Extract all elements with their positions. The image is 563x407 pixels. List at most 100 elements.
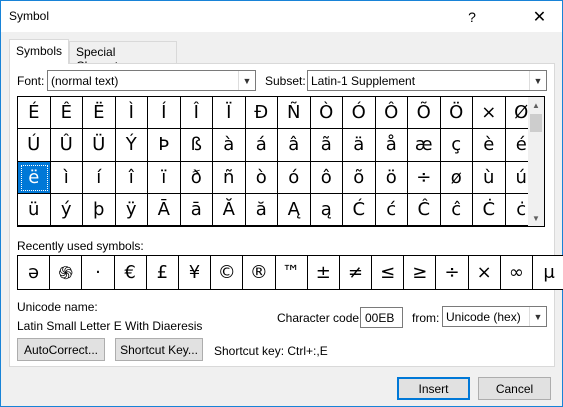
recent-symbol-cell[interactable]: ® — [243, 256, 276, 289]
symbol-cell[interactable]: ò — [245, 161, 278, 194]
symbol-cell[interactable]: ÷ — [408, 161, 441, 194]
autocorrect-button[interactable]: AutoCorrect... — [17, 338, 105, 361]
symbol-cell[interactable]: Ú — [18, 129, 51, 162]
shortcut-key-text: Shortcut key: Ctrl+:,E — [214, 344, 328, 358]
scroll-thumb[interactable] — [530, 114, 542, 132]
symbol-cell[interactable]: Ą — [278, 193, 311, 226]
symbol-cell[interactable]: É — [18, 97, 51, 130]
symbol-cell[interactable]: Ö — [440, 97, 473, 130]
cancel-button[interactable]: Cancel — [478, 377, 551, 400]
symbol-cell[interactable]: Ü — [83, 129, 116, 162]
symbol-cell[interactable]: ÿ — [115, 193, 148, 226]
symbol-cell[interactable]: Ă — [213, 193, 246, 226]
recent-symbol-cell[interactable]: · — [82, 256, 115, 289]
grid-scrollbar[interactable]: ▲ ▼ — [528, 97, 544, 226]
insert-button[interactable]: Insert — [397, 377, 470, 400]
symbol-cell[interactable]: ù — [473, 161, 506, 194]
symbol-cell[interactable]: Î — [180, 97, 213, 130]
recent-symbol-cell[interactable]: © — [211, 256, 244, 289]
symbol-cell[interactable]: ü — [18, 193, 51, 226]
symbol-cell[interactable]: ą — [310, 193, 343, 226]
symbol-cell[interactable]: Ë — [83, 97, 116, 130]
recent-symbol-cell[interactable]: ə — [18, 256, 51, 289]
tab-special-characters[interactable]: Special Characters — [69, 41, 177, 73]
symbol-cell[interactable]: á — [245, 129, 278, 162]
from-dropdown[interactable]: Unicode (hex) ▼ — [442, 306, 547, 327]
symbol-cell[interactable]: à — [213, 129, 246, 162]
symbol-cell[interactable]: ñ — [213, 161, 246, 194]
symbol-cell[interactable]: ã — [310, 129, 343, 162]
help-button[interactable]: ? — [457, 1, 487, 32]
recent-symbol-cell[interactable]: ¥ — [178, 256, 212, 289]
character-code-input[interactable]: 00EB — [360, 307, 403, 328]
shortcut-key-button[interactable]: Shortcut Key... — [115, 338, 203, 361]
recent-symbol-cell[interactable]: £ — [146, 256, 179, 289]
recent-symbol-cell[interactable]: ÷ — [436, 256, 469, 289]
recent-symbol-cell[interactable]: ≤ — [372, 256, 405, 289]
symbol-cell[interactable]: ä — [343, 129, 376, 162]
chevron-down-icon: ▼ — [529, 71, 546, 90]
recent-symbol-cell[interactable]: ∞ — [500, 256, 533, 289]
scroll-down-icon[interactable]: ▼ — [528, 210, 544, 226]
symbol-cell[interactable]: Ý — [115, 129, 148, 162]
symbol-cell[interactable]: Ê — [50, 97, 83, 130]
symbol-cell[interactable]: Ć — [343, 193, 376, 226]
symbol-grid-cells: É Ê Ë Ì Í Î Ï Ð Ñ Ò Ó Ô Õ Ö × Ø Ú Û Ü Ý Þß à á â ã ä å æ ç è é ë ì í î ï ð ñ ò… — [18, 97, 538, 226]
symbol-cell[interactable]: × — [473, 97, 506, 130]
symbol-cell[interactable]: Þ — [148, 129, 181, 162]
symbol-cell[interactable]: ā — [180, 193, 213, 226]
symbol-cell[interactable]: ç — [440, 129, 473, 162]
symbol-cell[interactable]: ô — [310, 161, 343, 194]
symbol-cell[interactable]: ĉ — [440, 193, 473, 226]
recent-symbol-cell[interactable]: μ — [533, 256, 563, 289]
symbol-cell[interactable]: Í — [148, 97, 181, 130]
symbol-cell[interactable]: í — [83, 161, 116, 194]
symbol-cell[interactable]: Ì — [115, 97, 148, 130]
symbol-cell[interactable]: ö — [375, 161, 408, 194]
symbol-cell[interactable]: î — [115, 161, 148, 194]
symbol-cell[interactable]: Ċ — [473, 193, 506, 226]
symbol-cell[interactable]: ó — [278, 161, 311, 194]
symbol-cell[interactable]: ß — [180, 129, 213, 162]
symbol-cell[interactable]: Û — [50, 129, 83, 162]
tab-symbols-label: Symbols — [16, 44, 63, 58]
symbol-cell[interactable]: å — [375, 129, 408, 162]
symbol-cell[interactable]: Ï — [213, 97, 246, 130]
symbol-cell[interactable]: Ó — [343, 97, 376, 130]
recent-symbols: ə ֍ · € £ ¥ © ® ™ ± ≠ ≤ ≥ ÷ × ∞ μ — [17, 255, 563, 290]
symbol-cell[interactable]: ý — [50, 193, 83, 226]
title-bar: Symbol ? ✕ — [1, 1, 562, 32]
symbol-cell[interactable]: è — [473, 129, 506, 162]
symbol-cell[interactable]: Ā — [148, 193, 181, 226]
symbol-cell[interactable]: ă — [245, 193, 278, 226]
symbol-cell[interactable]: ð — [180, 161, 213, 194]
recent-symbol-cell[interactable]: ֍ — [50, 256, 83, 289]
symbol-cell[interactable]: Õ — [408, 97, 441, 130]
recent-symbol-cell[interactable]: ± — [307, 256, 340, 289]
tab-symbols[interactable]: Symbols — [9, 39, 70, 64]
symbol-cell[interactable]: Ñ — [278, 97, 311, 130]
symbol-cell[interactable]: ï — [148, 161, 181, 194]
symbol-cell[interactable]: õ — [343, 161, 376, 194]
close-button[interactable]: ✕ — [517, 1, 562, 32]
symbol-cell[interactable]: Ð — [245, 97, 278, 130]
recent-symbol-cell[interactable]: € — [114, 256, 147, 289]
scroll-up-icon[interactable]: ▲ — [528, 97, 544, 113]
font-dropdown[interactable]: (normal text) ▼ — [47, 70, 256, 91]
symbol-cell[interactable]: Ô — [375, 97, 408, 130]
symbol-cell[interactable]: â — [278, 129, 311, 162]
recent-symbol-cell[interactable]: ≥ — [404, 256, 437, 289]
recent-symbol-cell[interactable]: × — [468, 256, 501, 289]
symbol-cell[interactable]: ì — [50, 161, 83, 194]
subset-dropdown[interactable]: Latin-1 Supplement ▼ — [307, 70, 547, 91]
recent-symbol-cell[interactable]: ≠ — [339, 256, 373, 289]
symbol-cell[interactable]: Ò — [310, 97, 343, 130]
font-value: (normal text) — [51, 73, 119, 88]
symbol-cell[interactable]: þ — [83, 193, 116, 226]
symbol-cell[interactable]: Ĉ — [408, 193, 441, 226]
symbol-cell[interactable]: æ — [408, 129, 441, 162]
symbol-cell[interactable]: ć — [375, 193, 408, 226]
symbol-cell[interactable]: ø — [440, 161, 473, 194]
recent-symbol-cell[interactable]: ™ — [275, 256, 308, 289]
symbol-cell[interactable]: ë — [18, 161, 51, 194]
